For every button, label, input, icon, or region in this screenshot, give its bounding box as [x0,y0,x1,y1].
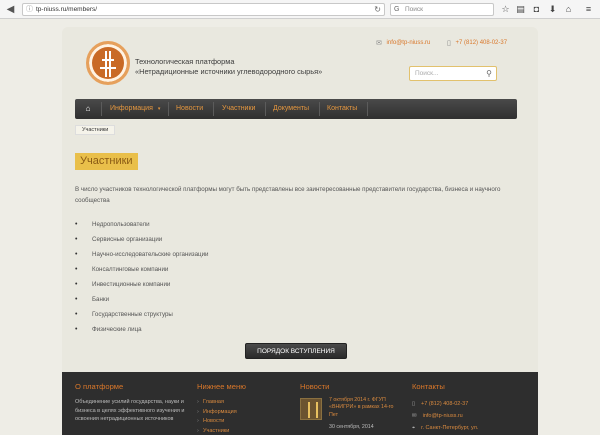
nav-item-documents[interactable]: Документы [273,99,309,119]
footer-link-information[interactable]: Информация [197,408,287,418]
footer-contacts-title: Контакты [412,382,445,391]
breadcrumb-item[interactable]: Участники [82,127,108,133]
address-text: tp-niuss.ru/members/ [36,6,98,13]
main-navigation: ⌂ Информация ▾ Новости Участники Докумен… [75,99,517,119]
mail-icon: ✉ [412,413,417,419]
footer-email-row: ✉ info@tp-niuss.ru [412,410,532,422]
oil-rig-icon [99,51,117,77]
site-logo[interactable] [86,41,130,85]
google-icon: G [394,6,400,13]
location-icon: ⌖ [412,425,416,431]
header-phone: +7 (812) 408-02-37 [455,40,508,46]
join-procedure-button[interactable]: ПОРЯДОК ВСТУПЛЕНИЯ [245,343,347,359]
site-footer: О платформе Объединение усилий государст… [62,372,538,435]
footer-contacts: Контакты ▯ +7 (812) 408-02-37 ✉ info@tp-ni… [412,382,532,434]
site-title: Технологическая платформа «Нетрадиционны… [135,57,322,77]
phone-icon: ▯ [447,40,451,47]
footer-menu-title: Нижнее меню [197,382,246,391]
browser-toolbar: ◀ ⓘ tp-niuss.ru/members/ ↻ G Поиск ☆ ▤ ◘… [0,0,600,19]
star-icon[interactable]: ☆ [500,4,511,15]
footer-menu: Нижнее меню Главная Информация Новости У… [197,382,287,435]
list-item: Недропользователи [75,217,209,232]
page: Технологическая платформа «Нетрадиционны… [0,19,600,435]
footer-about: О платформе Объединение усилий государст… [75,382,193,424]
footer-link-members[interactable]: Участники [197,427,287,435]
list-item: Банки [75,292,209,307]
footer-about-title: О платформе [75,382,124,391]
page-title: Участники [75,153,138,170]
footer-about-text: Объединение усилий государства, науки и … [75,399,185,423]
header-email-link[interactable]: info@tp-niuss.ru [387,40,431,46]
footer-news: Новости 7 октября 2014 г. ФГУП «ВНИГРИ» … [300,382,410,435]
site-search-input[interactable]: Поиск... ⚲ [409,66,497,81]
nav-item-members[interactable]: Участники [222,99,255,119]
footer-link-news[interactable]: Новости [197,417,287,427]
reload-icon[interactable]: ↻ [374,4,381,15]
browser-search-bar[interactable]: G Поиск [390,3,494,16]
news-item-link[interactable]: 7 октября 2014 г. ФГУП «ВНИГРИ» в рамках… [329,397,399,419]
footer-link-home[interactable]: Главная [197,398,287,408]
list-item: Научно-исследовательские организации [75,247,209,262]
list-item: Сервисные организации [75,232,209,247]
site-search-placeholder: Поиск... [415,70,439,77]
reading-list-icon[interactable]: ▤ [515,4,526,15]
phone-icon: ▯ [412,401,416,407]
search-icon[interactable]: ⚲ [486,67,492,80]
mail-icon: ✉ [376,40,382,47]
news-item-date: 30 сентября, 2014 [329,424,374,430]
header-contacts: ✉ info@tp-niuss.ru ▯ +7 (812) 408-02-37 [376,39,507,47]
footer-address: г. Санкт-Петербург, ул. [421,425,479,431]
browser-search-placeholder: Поиск [405,6,424,13]
nav-item-contacts[interactable]: Контакты [327,99,357,119]
site-container: Технологическая платформа «Нетрадиционны… [62,27,538,435]
participants-list: Недропользователи Сервисные организации … [75,217,209,337]
site-title-line2: «Нетрадиционные источники углеводородног… [135,67,323,76]
breadcrumb: Участники [75,125,116,135]
menu-icon[interactable]: ≡ [583,4,594,15]
site-title-line1: Технологическая платформа [135,57,235,66]
footer-news-title: Новости [300,382,330,391]
footer-email-link[interactable]: info@tp-niuss.ru [423,413,463,419]
footer-address-row: ⌖ г. Санкт-Петербург, ул. [412,422,532,434]
list-item: Государственные структуры [75,307,209,322]
news-thumbnail[interactable] [300,398,322,420]
site-info-icon[interactable]: ⓘ [26,4,33,15]
home-icon[interactable]: ⌂ [81,102,95,116]
download-icon[interactable]: ⬇ [547,4,558,15]
footer-phone: +7 (812) 408-02-37 [421,401,469,407]
chevron-down-icon: ▾ [157,106,161,112]
back-icon[interactable]: ◀ [4,3,17,16]
list-item: Консалтинговые компании [75,262,209,277]
nav-item-label: Информация [110,105,153,112]
pocket-icon[interactable]: ◘ [531,4,542,15]
address-bar[interactable]: ⓘ tp-niuss.ru/members/ ↻ [22,3,385,16]
list-item: Инвестиционные компании [75,277,209,292]
nav-item-news[interactable]: Новости [176,99,203,119]
home-icon[interactable]: ⌂ [563,4,574,15]
footer-phone-row: ▯ +7 (812) 408-02-37 [412,398,532,410]
nav-item-information[interactable]: Информация ▾ [110,99,160,119]
list-item: Физические лица [75,322,209,337]
intro-text: В число участников технологической платф… [75,186,501,204]
